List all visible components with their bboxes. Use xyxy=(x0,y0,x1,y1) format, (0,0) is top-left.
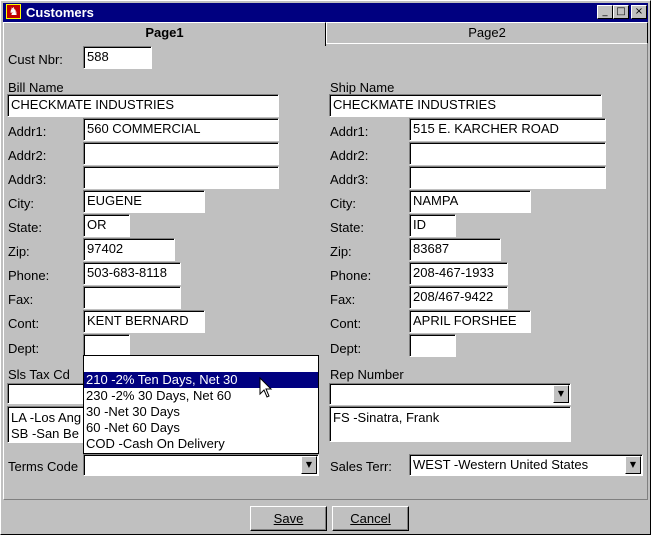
terms-code-dropdown-list[interactable]: 210 -2% Ten Days, Net 30 230 -2% 30 Days… xyxy=(83,355,319,454)
dropdown-option[interactable]: 60 -Net 60 Days xyxy=(84,420,318,436)
minimize-button[interactable]: _ xyxy=(597,5,613,19)
terms-dropdown-button[interactable]: ▼ xyxy=(301,456,317,474)
list-item[interactable]: SB -San Be xyxy=(11,426,83,442)
ship-cont-field[interactable]: APRIL FORSHEE xyxy=(409,310,531,333)
tab-page1-label: Page1 xyxy=(145,25,184,40)
bill-zip-field[interactable]: 97402 xyxy=(83,238,175,261)
window-title: Customers xyxy=(26,5,94,20)
bill-fax-field[interactable] xyxy=(83,286,181,309)
ship-addr3-field[interactable] xyxy=(409,166,606,189)
bill-addr3-field[interactable] xyxy=(83,166,279,189)
bill-dept-label: Dept: xyxy=(8,341,40,356)
bill-addr1-field[interactable]: 560 COMMERCIAL xyxy=(83,118,279,141)
list-item[interactable]: LA -Los Ang xyxy=(11,410,83,426)
ship-addr2-field[interactable] xyxy=(409,142,606,165)
ship-fax-field[interactable]: 208/467-9422 xyxy=(409,286,508,309)
maximize-button[interactable]: □ xyxy=(613,5,629,19)
dropdown-option[interactable]: 230 -2% 30 Days, Net 60 xyxy=(84,388,318,404)
list-item[interactable]: FS -Sinatra, Frank xyxy=(333,410,567,426)
dropdown-option-selected[interactable]: 210 -2% Ten Days, Net 30 xyxy=(84,372,318,388)
ship-state-label: State: xyxy=(330,220,364,235)
checkmate-app-icon: ♞ xyxy=(6,4,21,19)
tab-page2[interactable]: Page2 xyxy=(326,22,648,44)
close-icon: × xyxy=(634,6,644,17)
dropdown-option[interactable] xyxy=(84,356,318,372)
bill-name-field[interactable]: CHECKMATE INDUSTRIES xyxy=(7,94,279,117)
tab-page1[interactable]: Page1 xyxy=(3,22,326,46)
bill-addr2-label: Addr2: xyxy=(8,148,47,163)
ship-phone-label: Phone: xyxy=(330,268,372,283)
bill-city-label: City: xyxy=(8,196,34,211)
sls-tax-list[interactable]: LA -Los Ang SB -San Be xyxy=(7,406,87,443)
ship-addr3-label: Addr3: xyxy=(330,172,369,187)
bill-addr1-label: Addr1: xyxy=(8,124,47,139)
cust-nbr-field[interactable]: 588 xyxy=(83,46,152,69)
bill-name-label: Bill Name xyxy=(8,80,64,95)
rep-number-combo[interactable]: ▼ xyxy=(329,383,571,405)
cancel-button[interactable]: Cancel xyxy=(332,506,409,531)
minimize-icon: _ xyxy=(602,6,608,17)
rep-number-label: Rep Number xyxy=(330,367,404,382)
sales-terr-combo[interactable]: WEST -Western United States ▼ xyxy=(409,454,643,476)
tab-page2-label: Page2 xyxy=(468,25,506,40)
mouse-pointer-icon xyxy=(259,377,273,398)
ship-addr2-label: Addr2: xyxy=(330,148,369,163)
cust-nbr-label: Cust Nbr: xyxy=(8,52,63,67)
bill-fax-label: Fax: xyxy=(8,292,34,307)
chevron-down-icon: ▼ xyxy=(305,460,313,469)
ship-zip-field[interactable]: 83687 xyxy=(409,238,501,261)
ship-addr1-field[interactable]: 515 E. KARCHER ROAD xyxy=(409,118,606,141)
ship-state-field[interactable]: ID xyxy=(409,214,456,237)
ship-addr1-label: Addr1: xyxy=(330,124,369,139)
ship-name-field[interactable]: CHECKMATE INDUSTRIES xyxy=(329,94,602,117)
sales-terr-dropdown-button[interactable]: ▼ xyxy=(625,456,641,474)
bill-dept-field[interactable] xyxy=(83,334,130,357)
chevron-down-icon: ▼ xyxy=(557,389,565,398)
bill-state-field[interactable]: OR xyxy=(83,214,130,237)
sls-tax-combo[interactable] xyxy=(7,383,87,404)
dropdown-option[interactable]: 30 -Net 30 Days xyxy=(84,404,318,420)
rep-number-list[interactable]: FS -Sinatra, Frank xyxy=(329,406,571,442)
save-button[interactable]: Save xyxy=(250,506,327,531)
bill-cont-field[interactable]: KENT BERNARD xyxy=(83,310,205,333)
close-button[interactable]: × xyxy=(631,5,647,19)
bill-phone-field[interactable]: 503-683-8118 xyxy=(83,262,181,285)
title-bar[interactable]: ♞ Customers _ □ × xyxy=(3,3,648,22)
sales-terr-value: WEST -Western United States xyxy=(413,457,589,472)
terms-code-label: Terms Code xyxy=(8,459,79,474)
ship-phone-field[interactable]: 208-467-1933 xyxy=(409,262,508,285)
bill-addr3-label: Addr3: xyxy=(8,172,47,187)
bill-phone-label: Phone: xyxy=(8,268,50,283)
ship-dept-field[interactable] xyxy=(409,334,456,357)
save-button-label: Save xyxy=(273,511,304,526)
bill-zip-label: Zip: xyxy=(8,244,30,259)
ship-city-field[interactable]: NAMPA xyxy=(409,190,531,213)
bill-addr2-field[interactable] xyxy=(83,142,279,165)
sls-tax-label: Sls Tax Cd xyxy=(8,367,70,382)
bill-cont-label: Cont: xyxy=(8,316,40,331)
bill-city-field[interactable]: EUGENE xyxy=(83,190,205,213)
ship-zip-label: Zip: xyxy=(330,244,352,259)
sales-terr-label: Sales Terr: xyxy=(330,459,392,474)
ship-name-label: Ship Name xyxy=(330,80,395,95)
cancel-button-label: Cancel xyxy=(350,511,391,526)
ship-city-label: City: xyxy=(330,196,356,211)
customers-window: ♞ Customers _ □ × Page1 Page2 Cust Nbr: … xyxy=(0,0,651,535)
rep-dropdown-button[interactable]: ▼ xyxy=(553,385,569,403)
chevron-down-icon: ▼ xyxy=(629,460,637,469)
ship-fax-label: Fax: xyxy=(330,292,356,307)
ship-dept-label: Dept: xyxy=(330,341,362,356)
ship-cont-label: Cont: xyxy=(330,316,362,331)
terms-code-combo[interactable]: ▼ xyxy=(83,454,319,476)
dropdown-option[interactable]: COD -Cash On Delivery xyxy=(84,436,318,452)
maximize-icon: □ xyxy=(616,6,626,17)
bill-state-label: State: xyxy=(8,220,42,235)
